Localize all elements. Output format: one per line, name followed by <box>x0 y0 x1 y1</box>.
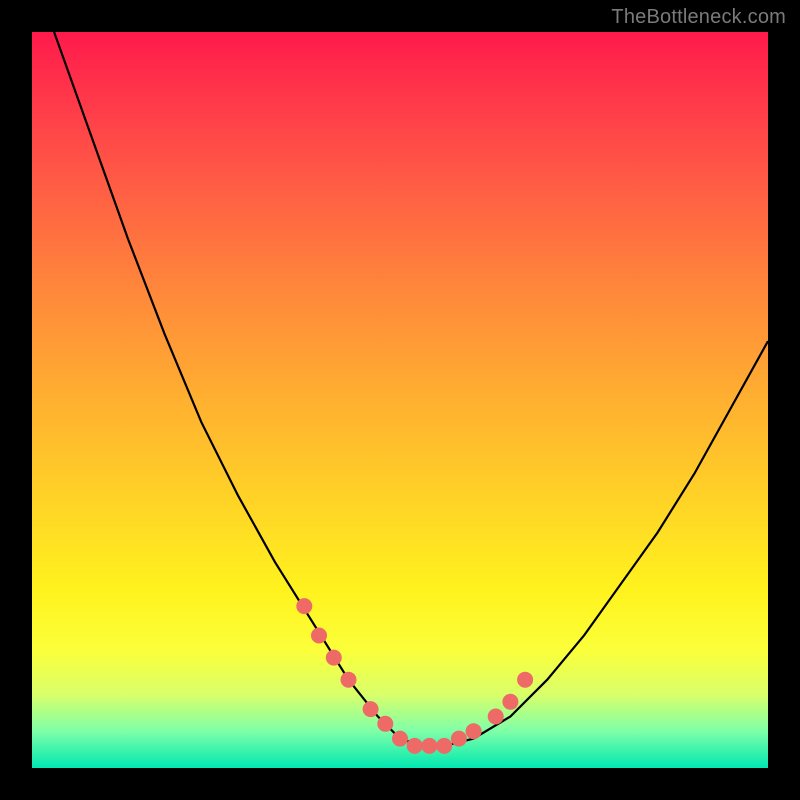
highlight-dot <box>407 738 423 754</box>
watermark-text: TheBottleneck.com <box>611 6 786 29</box>
highlight-dot <box>517 672 533 688</box>
highlight-dot <box>436 738 452 754</box>
highlight-dot <box>466 723 482 739</box>
chart-frame: TheBottleneck.com <box>0 0 800 800</box>
highlight-dot <box>311 628 327 644</box>
bottleneck-curve <box>54 32 768 746</box>
highlight-dot <box>296 598 312 614</box>
highlight-dot <box>363 701 379 717</box>
highlight-dot <box>421 738 437 754</box>
plot-area <box>32 32 768 768</box>
highlight-dot <box>341 672 357 688</box>
highlight-dots-group <box>296 598 533 754</box>
highlight-dot <box>502 694 518 710</box>
highlight-dot <box>488 709 504 725</box>
highlight-dot <box>451 731 467 747</box>
curve-svg <box>32 32 768 768</box>
highlight-dot <box>326 650 342 666</box>
highlight-dot <box>392 731 408 747</box>
highlight-dot <box>377 716 393 732</box>
